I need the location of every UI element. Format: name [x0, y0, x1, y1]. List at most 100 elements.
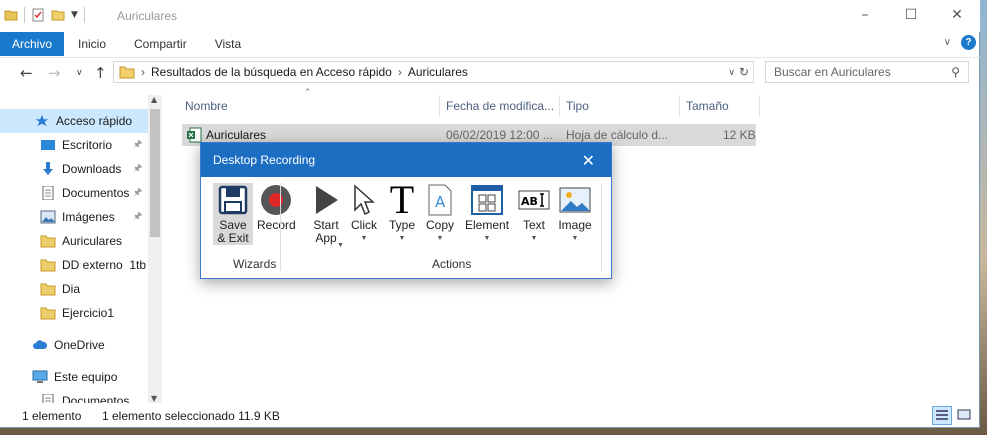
svg-text:A: A — [435, 193, 446, 211]
back-arrow-icon[interactable]: ← — [20, 64, 33, 82]
copy-dropdown-icon[interactable]: ▼ — [437, 232, 444, 245]
column-header-fecha[interactable]: Fecha de modifica... — [446, 95, 554, 117]
expand-ribbon-icon[interactable]: ∨ — [944, 37, 951, 48]
sidebar-item-dd-externo[interactable]: DD externo 1tb — [0, 253, 148, 277]
sidebar-item-documentos[interactable]: Documentos 🖈 — [0, 181, 148, 205]
document-icon — [42, 394, 54, 403]
toolbar-separator — [83, 7, 85, 23]
type-button[interactable]: T Type ▼ — [385, 180, 419, 245]
record-button[interactable]: Record — [257, 183, 296, 232]
tab-inicio[interactable]: Inicio — [64, 32, 120, 56]
floppy-disk-icon — [216, 183, 250, 217]
breadcrumb-chevron-icon: › — [141, 65, 145, 79]
maximize-button[interactable]: ☐ — [888, 0, 934, 30]
properties-icon[interactable] — [31, 8, 45, 22]
dialog-close-icon[interactable]: ✕ — [582, 151, 595, 171]
click-button[interactable]: Click ▼ — [347, 183, 381, 245]
scrollbar-thumb[interactable] — [150, 109, 160, 237]
sidebar-item-downloads[interactable]: Downloads 🖈 — [0, 157, 148, 181]
status-selection: 1 elemento seleccionado 11.9 KB — [102, 409, 280, 423]
column-header-nombre[interactable]: Nombre — [185, 95, 228, 117]
star-icon — [35, 114, 49, 127]
text-dropdown-icon[interactable]: ▼ — [531, 232, 538, 245]
sidebar-item-label: Acceso rápido — [56, 114, 133, 128]
click-label: Click — [351, 218, 377, 232]
image-button[interactable]: Image ▼ — [558, 183, 592, 245]
svg-text:AB: AB — [521, 195, 538, 208]
desktop-icon — [41, 140, 55, 150]
tab-compartir[interactable]: Compartir — [120, 32, 201, 56]
file-size: 12 KB — [723, 128, 756, 142]
file-date: 06/02/2019 12:00 ... — [446, 128, 553, 142]
customize-toolbar-icon[interactable]: ▼ — [71, 10, 78, 20]
sidebar-item-ejercicio1[interactable]: Ejercicio1 — [0, 301, 148, 325]
column-divider[interactable] — [559, 95, 560, 117]
status-item-count: 1 elemento — [22, 409, 82, 423]
click-dropdown-icon[interactable]: ▼ — [361, 232, 368, 245]
search-icon[interactable]: ⚲ — [951, 65, 960, 79]
up-arrow-icon[interactable]: ↑ — [94, 64, 107, 82]
copy-label: Copy — [425, 218, 454, 232]
tab-archivo[interactable]: Archivo — [0, 32, 64, 56]
sidebar-item-dia[interactable]: Dia — [0, 277, 148, 301]
image-label: Image — [558, 218, 592, 232]
search-input[interactable]: Buscar en Auriculares ⚲ — [765, 61, 969, 83]
mouse-pointer-icon — [347, 183, 381, 217]
tab-vista[interactable]: Vista — [201, 32, 255, 56]
download-icon — [43, 162, 53, 175]
text-button[interactable]: AB Text ▼ — [517, 183, 551, 245]
sidebar-item-escritorio[interactable]: Escritorio 🖈 — [0, 133, 148, 157]
address-dropdown-icon[interactable]: ∨ — [728, 67, 735, 78]
column-divider[interactable] — [679, 95, 680, 117]
sidebar-item-label: Escritorio — [62, 138, 113, 152]
element-label: Element — [465, 218, 510, 232]
address-bar[interactable]: › Resultados de la búsqueda en Acceso rá… — [113, 61, 754, 83]
column-divider[interactable] — [439, 95, 440, 117]
new-folder-icon[interactable] — [51, 8, 65, 22]
recent-locations-icon[interactable]: ∨ — [76, 68, 83, 78]
excel-file-icon — [187, 127, 202, 143]
start-app-button[interactable]: Start App ▼ — [309, 183, 344, 249]
breadcrumb-search-results[interactable]: Resultados de la búsqueda en Acceso rápi… — [151, 65, 392, 79]
sidebar-item-imagenes[interactable]: Imágenes 🖈 — [0, 205, 148, 229]
pin-icon: 🖈 — [133, 138, 143, 150]
text-field-icon: AB — [517, 183, 551, 217]
refresh-icon[interactable]: ↻ — [739, 65, 749, 79]
column-header-tipo[interactable]: Tipo — [566, 95, 589, 117]
start-app-dropdown-icon[interactable]: ▼ — [337, 239, 344, 252]
sidebar-item-label: Documentos — [62, 186, 130, 200]
sidebar-scrollbar[interactable]: ▲ ▼ — [148, 95, 162, 403]
sidebar-item-acceso-rapido[interactable]: Acceso rápido — [0, 109, 148, 133]
dialog-title: Desktop Recording — [213, 153, 316, 167]
element-dropdown-icon[interactable]: ▼ — [484, 232, 491, 245]
navigation-pane: Acceso rápido Escritorio 🖈 Downloads 🖈 D… — [0, 95, 162, 403]
forward-arrow-icon[interactable]: → — [48, 64, 61, 82]
close-button[interactable]: ✕ — [934, 0, 980, 30]
scroll-down-icon[interactable]: ▼ — [151, 394, 157, 403]
copy-button[interactable]: A Copy ▼ — [423, 183, 457, 245]
text-label: Text — [522, 218, 545, 232]
breadcrumb-auriculares[interactable]: Auriculares — [408, 65, 468, 79]
element-button[interactable]: Element ▼ — [465, 183, 509, 245]
sidebar-item-este-equipo[interactable]: Este equipo — [0, 365, 148, 389]
image-picture-icon — [558, 183, 592, 217]
type-dropdown-icon[interactable]: ▼ — [399, 232, 406, 245]
dialog-title-bar[interactable]: Desktop Recording ✕ — [201, 143, 611, 177]
sidebar-item-auriculares[interactable]: Auriculares — [0, 229, 148, 253]
scroll-up-icon[interactable]: ▲ — [151, 95, 157, 104]
column-divider[interactable] — [759, 95, 760, 117]
help-icon[interactable]: ? — [961, 35, 976, 50]
image-dropdown-icon[interactable]: ▼ — [572, 232, 579, 245]
minimize-button[interactable]: – — [842, 0, 888, 30]
pin-icon: 🖈 — [133, 210, 143, 222]
computer-icon — [32, 370, 48, 383]
sidebar-item-label: Downloads — [62, 162, 122, 176]
folder-icon — [119, 66, 135, 79]
sidebar-item-label: Ejercicio1 — [62, 306, 115, 320]
large-icons-view-icon[interactable] — [956, 407, 974, 424]
sidebar-item-documentos-pc[interactable]: Documentos — [0, 389, 148, 403]
sidebar-item-onedrive[interactable]: OneDrive — [0, 333, 148, 357]
details-view-icon[interactable] — [932, 406, 952, 425]
column-header-tamano[interactable]: Tamaño — [686, 95, 729, 117]
save-exit-button[interactable]: Save & Exit — [213, 183, 253, 245]
